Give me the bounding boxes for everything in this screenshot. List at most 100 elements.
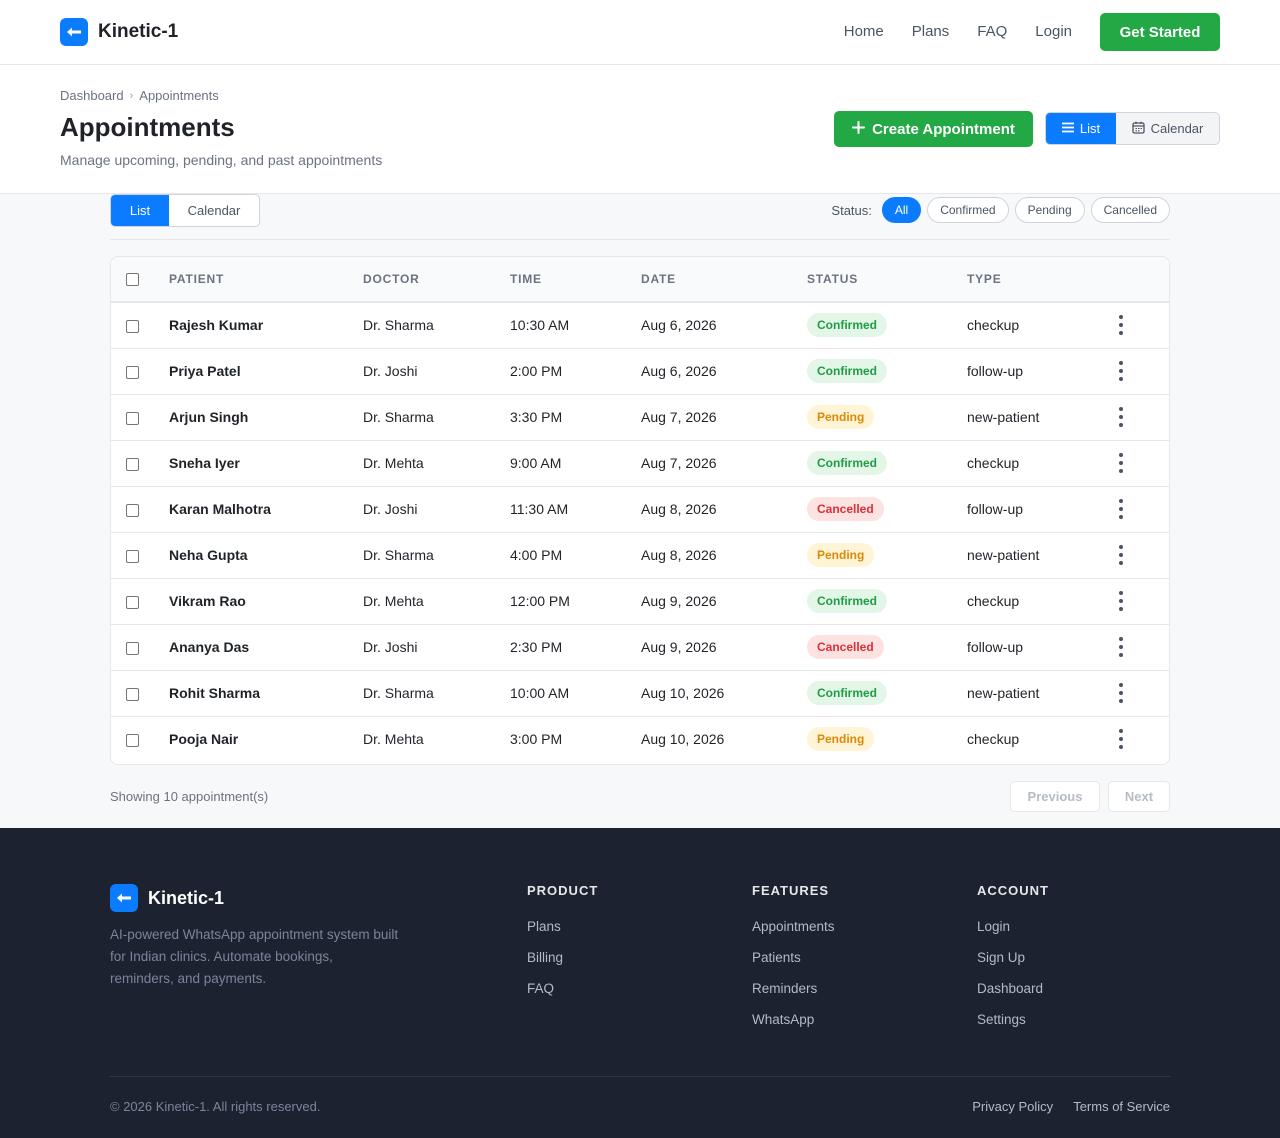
row-checkbox[interactable] (126, 365, 139, 379)
more-vertical-icon[interactable] (1115, 727, 1127, 751)
more-vertical-icon[interactable] (1115, 359, 1127, 383)
view-calendar-tab[interactable]: Calendar (169, 195, 259, 226)
brand[interactable]: Kinetic-1 (60, 18, 178, 46)
table-row[interactable]: Karan Malhotra Dr. Joshi 11:30 AM Aug 8, 20… (111, 486, 1169, 533)
doctor-name: Dr. Sharma (363, 532, 510, 579)
nav-links: Home Plans FAQ Login (844, 23, 1072, 40)
row-checkbox[interactable] (126, 457, 139, 471)
footer-link-signup[interactable]: Sign Up (977, 949, 1049, 966)
breadcrumb-separator: › (129, 89, 134, 102)
status-badge: Confirmed (807, 681, 887, 705)
doctor-name: Dr. Joshi (363, 624, 510, 671)
logo-icon (60, 18, 88, 46)
appointment-time: 11:30 AM (510, 486, 641, 533)
patient-name: Pooja Nair (169, 731, 239, 748)
footer-link-reminders[interactable]: Reminders (752, 980, 835, 997)
more-vertical-icon[interactable] (1115, 405, 1127, 429)
more-vertical-icon[interactable] (1115, 589, 1127, 613)
footer-link-patients[interactable]: Patients (752, 949, 835, 966)
footer-link-login[interactable]: Login (977, 918, 1049, 935)
more-vertical-icon[interactable] (1115, 635, 1127, 659)
status-filter-label: Status: (831, 202, 872, 218)
status-badge: Confirmed (807, 451, 887, 475)
more-vertical-icon[interactable] (1115, 681, 1127, 705)
status-chip-pending[interactable]: Pending (1014, 197, 1085, 223)
footer-description: AI-powered WhatsApp appointment system b… (110, 927, 399, 986)
footer-column-features: FEATURES Appointments Patients Reminders… (752, 883, 835, 1042)
column-header-date: DATE (641, 257, 807, 303)
table-row[interactable]: Vikram Rao Dr. Mehta 12:00 PM Aug 9, 2026 Co… (111, 578, 1169, 625)
nav-link-login[interactable]: Login (1035, 23, 1072, 40)
table-row[interactable]: Arjun Singh Dr. Sharma 3:30 PM Aug 7, 2026 P… (111, 394, 1169, 441)
footer-link-faq[interactable]: FAQ (527, 980, 598, 997)
doctor-name: Dr. Sharma (363, 670, 510, 717)
appointment-type: checkup (967, 731, 1020, 748)
appointment-date: Aug 8, 2026 (641, 532, 807, 579)
status-chip-confirmed[interactable]: Confirmed (927, 197, 1009, 223)
create-appointment-button[interactable]: Create Appointment (834, 111, 1033, 147)
breadcrumb-current: Appointments (139, 88, 219, 103)
header-view-list-label: List (1079, 121, 1101, 136)
previous-page-button[interactable]: Previous (1010, 781, 1100, 812)
table-row[interactable]: Rohit Sharma Dr. Sharma 10:00 AM Aug 10, 20… (111, 670, 1169, 717)
patient-name: Vikram Rao (169, 578, 363, 625)
footer-link-whatsapp[interactable]: WhatsApp (752, 1011, 835, 1028)
more-vertical-icon[interactable] (1115, 497, 1127, 521)
more-vertical-icon[interactable] (1115, 451, 1127, 475)
footer-link-appointments[interactable]: Appointments (752, 918, 835, 935)
select-all-checkbox[interactable] (126, 273, 139, 287)
footer-link-dashboard[interactable]: Dashboard (977, 980, 1049, 997)
more-vertical-icon[interactable] (1115, 543, 1127, 567)
view-list-tab[interactable]: List (111, 195, 169, 226)
create-appointment-label: Create Appointment (872, 120, 1015, 138)
footer-link-billing[interactable]: Billing (527, 949, 598, 966)
table-row[interactable]: Neha Gupta Dr. Sharma 4:00 PM Aug 8, 2026 Pe… (111, 532, 1169, 579)
patient-name: Ananya Das (169, 624, 363, 671)
appointment-date: Aug 6, 2026 (641, 302, 807, 349)
header-view-calendar-button[interactable]: Calendar (1116, 113, 1219, 144)
table-row[interactable]: Sneha Iyer Dr. Mehta 9:00 AM Aug 7, 2026 Con… (111, 440, 1169, 487)
row-checkbox[interactable] (126, 411, 139, 425)
doctor-name: Dr. Mehta (363, 440, 510, 487)
row-checkbox[interactable] (126, 595, 139, 609)
more-vertical-icon[interactable] (1115, 313, 1127, 337)
appointment-time: 12:00 PM (510, 578, 641, 625)
privacy-policy-link[interactable]: Privacy Policy (972, 1099, 1053, 1114)
nav-link-home[interactable]: Home (844, 23, 884, 40)
column-header-patient: PATIENT (169, 257, 363, 303)
breadcrumb-dashboard[interactable]: Dashboard (60, 88, 124, 103)
status-filter: Status: All Confirmed Pending Cancelled (831, 197, 1170, 223)
appointment-time: 10:00 AM (510, 670, 641, 717)
site-footer: Kinetic-1 AI-powered WhatsApp appointmen… (0, 828, 1280, 1138)
footer-divider (110, 1076, 1170, 1077)
appointments-table: PATIENT DOCTOR TIME DATE STATUS TYPE Raj… (110, 256, 1170, 765)
get-started-button[interactable]: Get Started (1100, 13, 1220, 51)
row-checkbox[interactable] (126, 734, 139, 748)
doctor-name: Dr. Mehta (363, 731, 424, 748)
row-checkbox[interactable] (126, 320, 139, 334)
footer-logo-icon (110, 884, 138, 912)
nav-link-plans[interactable]: Plans (912, 23, 950, 40)
header-view-list-button[interactable]: List (1046, 113, 1116, 144)
table-row[interactable]: Pooja Nair Dr. Mehta 3:00 PM Aug 10, 2026 Pe… (111, 716, 1169, 762)
terms-of-service-link[interactable]: Terms of Service (1073, 1099, 1170, 1114)
appointment-type: follow-up (967, 486, 1115, 533)
row-checkbox[interactable] (126, 503, 139, 517)
next-page-button[interactable]: Next (1108, 781, 1170, 812)
appointment-time: 9:00 AM (510, 440, 641, 487)
row-checkbox[interactable] (126, 687, 139, 701)
appointment-time: 2:00 PM (510, 348, 641, 395)
status-chip-cancelled[interactable]: Cancelled (1090, 197, 1170, 223)
status-chip-all[interactable]: All (881, 197, 922, 223)
footer-link-plans[interactable]: Plans (527, 918, 598, 935)
table-row[interactable]: Rajesh Kumar Dr. Sharma 10:30 AM Aug 6, 202… (111, 302, 1169, 349)
nav-link-faq[interactable]: FAQ (977, 23, 1007, 40)
status-badge: Cancelled (807, 635, 884, 659)
status-badge: Confirmed (807, 359, 887, 383)
row-checkbox[interactable] (126, 549, 139, 563)
row-checkbox[interactable] (126, 641, 139, 655)
footer-brand[interactable]: Kinetic-1 (110, 884, 224, 912)
footer-link-settings[interactable]: Settings (977, 1011, 1049, 1028)
table-row[interactable]: Priya Patel Dr. Joshi 2:00 PM Aug 6, 2026 Co… (111, 348, 1169, 395)
table-row[interactable]: Ananya Das Dr. Joshi 2:30 PM Aug 9, 2026 Can… (111, 624, 1169, 671)
